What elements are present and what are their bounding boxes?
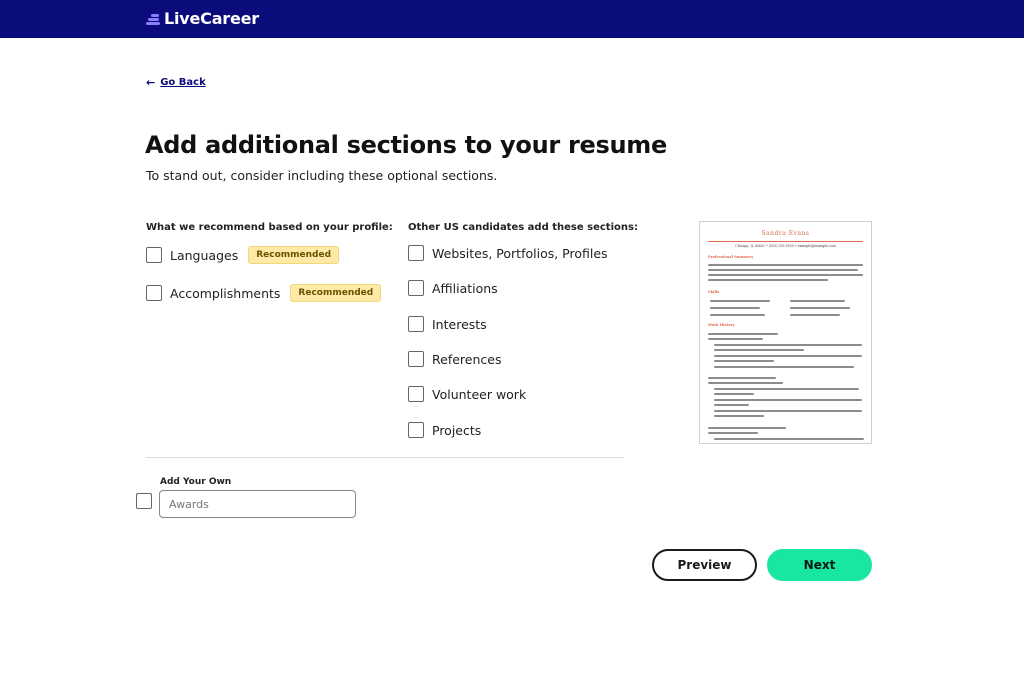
resume-text-line (708, 279, 828, 281)
projects-checkbox[interactable] (408, 422, 424, 438)
option-label: Websites, Portfolios, Profiles (432, 245, 608, 261)
arrow-left-icon: ← (146, 76, 156, 89)
option-interests[interactable]: Interests (408, 316, 487, 332)
option-projects[interactable]: Projects (408, 422, 481, 438)
resume-section-heading: Professional Summary (708, 255, 754, 259)
option-label: Accomplishments (170, 285, 281, 301)
resume-text-line (714, 438, 864, 440)
resume-text-line (714, 355, 862, 357)
resume-text-line (708, 274, 863, 276)
resume-text-line (708, 377, 776, 379)
resume-text-line (714, 415, 764, 417)
option-volunteer-work[interactable]: Volunteer work (408, 386, 526, 402)
resume-text-line (790, 314, 840, 316)
option-references[interactable]: References (408, 351, 501, 367)
resume-text-line (714, 404, 749, 406)
brand-name: LiveCareer (164, 9, 259, 28)
option-label: Projects (432, 422, 482, 438)
option-label: Affiliations (432, 280, 498, 296)
resume-text-line (710, 314, 765, 316)
resume-text-line (790, 307, 850, 309)
option-accomplishments[interactable]: Accomplishments Recommended (146, 284, 382, 302)
resume-text-line (714, 349, 804, 351)
interests-checkbox[interactable] (408, 316, 424, 332)
resume-text-line (710, 307, 760, 309)
option-websites[interactable]: Websites, Portfolios, Profiles (408, 245, 608, 261)
resume-text-line (714, 360, 774, 362)
resume-text-line (790, 300, 845, 302)
livecareer-logo[interactable]: LiveCareer (146, 9, 259, 28)
option-label: References (432, 351, 502, 367)
add-your-own-heading: Add Your Own (160, 477, 232, 487)
option-affiliations[interactable]: Affiliations (408, 280, 498, 296)
option-label: Interests (432, 316, 487, 332)
resume-text-line (714, 344, 862, 346)
resume-text-line (708, 333, 778, 335)
resume-contact: Chicago, IL 60601 • (555) 555-5555 • exa… (735, 244, 836, 248)
logo-icon (146, 12, 160, 26)
page-title: Add additional sections to your resume (145, 131, 667, 159)
resume-text-line (708, 432, 758, 434)
affiliations-checkbox[interactable] (408, 280, 424, 296)
next-button[interactable]: Next (767, 549, 872, 581)
custom-section-input[interactable] (159, 490, 356, 518)
resume-text-line (714, 393, 754, 395)
resume-text-line (710, 300, 770, 302)
add-your-own-checkbox[interactable] (136, 493, 152, 509)
resume-text-line (714, 410, 862, 412)
resume-text-line (708, 382, 783, 384)
websites-checkbox[interactable] (408, 245, 424, 261)
resume-text-line (708, 338, 763, 340)
accomplishments-checkbox[interactable] (146, 285, 162, 301)
others-heading: Other US candidates add these sections: (408, 222, 638, 233)
languages-checkbox[interactable] (146, 247, 162, 263)
go-back-label: Go Back (160, 77, 206, 88)
resume-text-line (708, 427, 786, 429)
section-divider (146, 457, 624, 458)
option-label: Languages (170, 247, 239, 263)
resume-text-line (708, 269, 858, 271)
option-languages[interactable]: Languages Recommended (146, 246, 340, 264)
resume-text-line (714, 366, 854, 368)
page-subtitle: To stand out, consider including these o… (146, 168, 498, 183)
top-navbar: LiveCareer (0, 0, 1024, 38)
resume-section-heading: Work History (708, 323, 735, 327)
resume-section-heading: Skills (708, 290, 720, 294)
recommended-badge: Recommended (290, 284, 382, 302)
option-label: Volunteer work (432, 386, 527, 402)
preview-button[interactable]: Preview (652, 549, 757, 581)
go-back-link[interactable]: ← Go Back (146, 76, 206, 89)
resume-preview-thumbnail[interactable]: Sandra Evans Chicago, IL 60601 • (555) 5… (699, 221, 872, 444)
recommended-heading: What we recommend based on your profile: (146, 222, 393, 233)
resume-text-line (714, 399, 862, 401)
volunteer-work-checkbox[interactable] (408, 386, 424, 402)
recommended-badge: Recommended (248, 246, 340, 264)
references-checkbox[interactable] (408, 351, 424, 367)
resume-text-line (708, 264, 863, 266)
resume-header-rule (708, 241, 863, 242)
resume-text-line (714, 388, 859, 390)
resume-name: Sandra Evans (761, 230, 810, 237)
